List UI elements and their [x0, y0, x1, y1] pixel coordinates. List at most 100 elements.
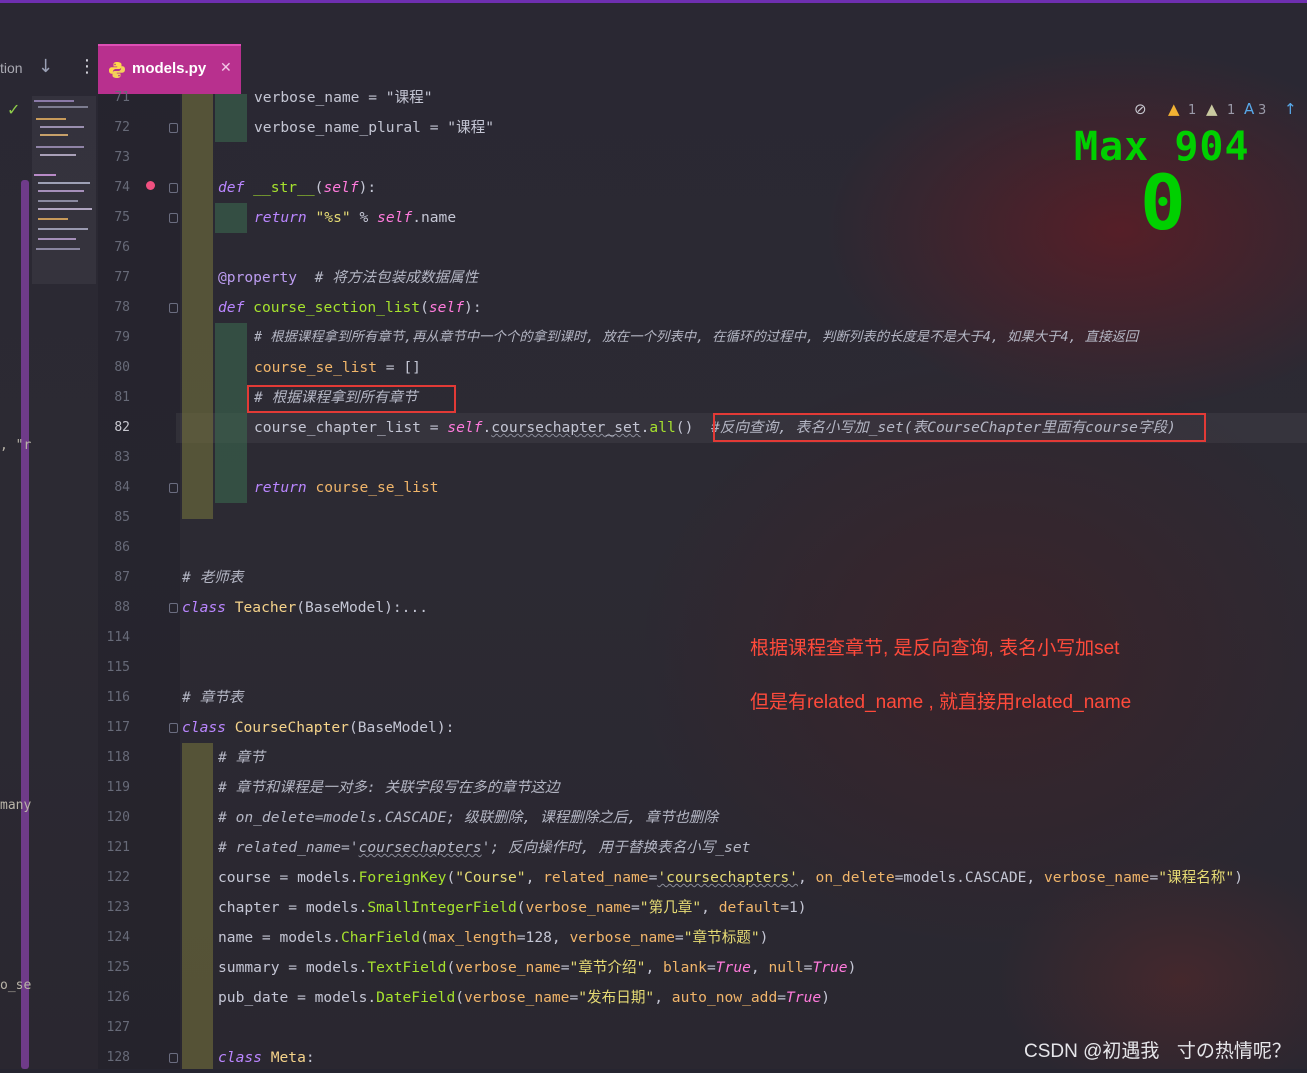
code-text: (: [455, 989, 465, 1006]
line-number: 76: [114, 240, 130, 255]
arrow-down-icon[interactable]: ↓: [38, 56, 53, 77]
close-icon[interactable]: ✕: [220, 60, 232, 76]
code-text: =: [569, 989, 579, 1006]
indent-guide: [215, 94, 247, 142]
code-text: .name: [412, 209, 457, 226]
code-text: ,: [654, 989, 672, 1006]
string: "课程名称": [1158, 869, 1235, 886]
fold-icon[interactable]: [169, 123, 178, 133]
class-name: CourseChapter: [234, 719, 349, 736]
tab-label: models.py: [132, 60, 207, 77]
comment: # 将方法包装成数据属性: [314, 269, 479, 286]
left-scrollbar[interactable]: [21, 180, 29, 1069]
annotation-box: [247, 385, 456, 413]
code-text: pub_date = models.: [218, 989, 377, 1006]
line-number: 117: [106, 720, 130, 735]
string: "Course": [455, 869, 526, 886]
typo-icon[interactable]: A: [1244, 100, 1254, 118]
warning-icon[interactable]: ▲: [1168, 100, 1180, 118]
code-line-71: verbose_name = "课程": [254, 83, 433, 113]
minimap[interactable]: [32, 96, 96, 284]
kwarg: related_name: [543, 869, 649, 886]
code-text: =1): [780, 899, 807, 916]
code-text: ,: [750, 959, 769, 976]
function-name: SmallIntegerField: [367, 899, 517, 916]
line-number: 71: [114, 90, 130, 105]
code-text: =: [630, 899, 640, 916]
fold-icon[interactable]: [169, 183, 178, 193]
weak-warning-icon[interactable]: ▲: [1206, 100, 1218, 118]
code-text: ): [759, 929, 769, 946]
code-line-84: return course_se_list: [254, 473, 439, 503]
class-name: Meta: [270, 1049, 306, 1066]
class-name: Teacher: [234, 599, 297, 616]
line-number: 127: [106, 1020, 130, 1035]
code-text: (BaseModel):: [348, 719, 455, 736]
fold-icon[interactable]: [169, 303, 178, 313]
code-text: =models.CASCADE,: [894, 869, 1044, 886]
line-number: 123: [106, 900, 130, 915]
comment: # 章节表: [182, 689, 244, 706]
fold-icon[interactable]: [169, 213, 178, 223]
self-keyword: self: [428, 299, 465, 316]
comment: # 章节: [218, 749, 265, 766]
line-number: 85: [114, 510, 130, 525]
code-line-78: def course_section_list(self):: [218, 299, 482, 316]
line-number: 75: [114, 210, 130, 225]
fold-icon[interactable]: [169, 1053, 178, 1063]
string: 'coursechapters': [657, 869, 798, 886]
indent-guide: [182, 743, 213, 1069]
code-line-72: verbose_name_plural = "课程": [254, 113, 494, 143]
function-name: __str__: [253, 179, 315, 196]
line-number: 124: [106, 930, 130, 945]
code-line-80: course_se_list = []: [254, 353, 421, 383]
keyword: return: [254, 209, 307, 226]
code-text: ,: [645, 959, 664, 976]
line-number: 116: [106, 690, 130, 705]
eye-off-icon[interactable]: ⊘: [1134, 100, 1147, 118]
line-number: 115: [106, 660, 130, 675]
variable: course_se_list: [315, 479, 439, 496]
line-number: 88: [114, 600, 130, 615]
line-number: 122: [106, 870, 130, 885]
fold-icon[interactable]: [169, 603, 178, 613]
function-name: CharField: [341, 929, 421, 946]
self-keyword: self: [447, 419, 483, 436]
indent-guide: [182, 94, 213, 519]
line-number: 80: [114, 360, 130, 375]
fold-icon[interactable]: [169, 723, 178, 733]
string: "%s": [315, 209, 351, 226]
code-line-125: summary = models.TextField(verbose_name =…: [218, 953, 856, 983]
keyword: class: [182, 599, 226, 616]
code-line-74: def __str__(self):: [218, 179, 377, 196]
comment: # on_delete=models.CASCADE; 级联删除, 课程删除之后…: [218, 809, 719, 826]
code-text: (: [516, 899, 526, 916]
line-number: 86: [114, 540, 130, 555]
kwarg: verbose_name: [525, 899, 631, 916]
override-marker-icon[interactable]: [146, 181, 155, 190]
left-code-fragment: , "r: [0, 438, 32, 453]
tab-models-py[interactable]: models.py ✕: [98, 44, 241, 94]
arrow-up-icon[interactable]: ↑: [1284, 100, 1297, 118]
warning-count: 1: [1188, 103, 1197, 118]
string: "发布日期": [578, 989, 655, 1006]
annotation-note: 根据课程查章节, 是反向查询, 表名小写加set: [750, 638, 1120, 659]
more-vertical-icon[interactable]: ⋮: [78, 56, 96, 77]
line-number: 120: [106, 810, 130, 825]
comment: '; 反向操作时, 用于替换表名小写_set: [481, 839, 751, 856]
tab-previous[interactable]: tion: [0, 60, 23, 76]
annotation-box: [713, 413, 1206, 442]
keyword: def: [218, 179, 245, 196]
code-line-122: course = models.ForeignKey("Course", rel…: [218, 863, 1243, 893]
code-line-119: # 章节和课程是一对多: 关联字段写在多的章节这边: [218, 773, 560, 803]
method-name: all: [649, 419, 676, 436]
code-text: course = models.: [218, 869, 359, 886]
fold-icon[interactable]: [169, 483, 178, 493]
watermark: CSDN @初遇我ㅤ寸の热情呢？: [1024, 1041, 1291, 1062]
keyword: True: [812, 959, 848, 976]
line-number: 126: [106, 990, 130, 1005]
code-text: =128,: [516, 929, 570, 946]
string: "章节介绍": [569, 959, 646, 976]
self-keyword: self: [323, 179, 359, 196]
kwarg: auto_now_add: [671, 989, 778, 1006]
